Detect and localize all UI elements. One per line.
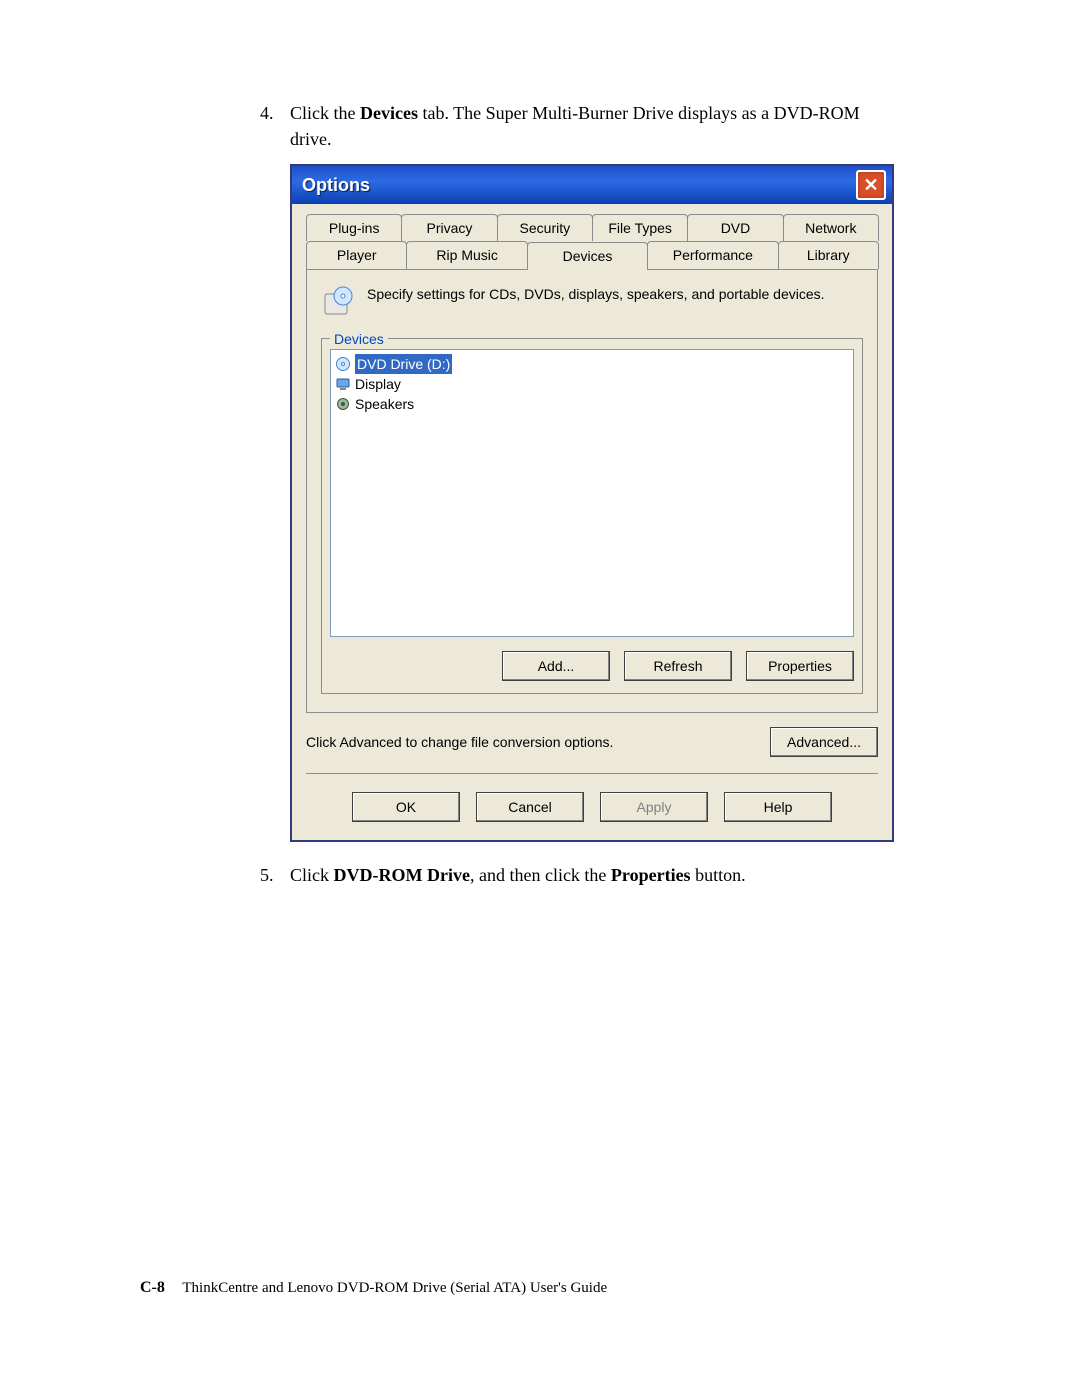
list-item-label: Display (355, 374, 401, 394)
advanced-button[interactable]: Advanced... (770, 727, 878, 757)
options-dialog: Options ✕ Plug-ins Privacy Security File… (290, 164, 894, 842)
page-number: C-8 (140, 1279, 165, 1296)
tab-dvd[interactable]: DVD (687, 214, 783, 241)
tab-plugins[interactable]: Plug-ins (306, 214, 402, 241)
step-text: Click the Devices tab. The Super Multi-B… (290, 103, 860, 149)
dialog-footer-buttons: OK Cancel Apply Help (292, 774, 892, 840)
page: 4. Click the Devices tab. The Super Mult… (0, 0, 1080, 1397)
page-footer: C-8 ThinkCentre and Lenovo DVD-ROM Drive… (140, 1279, 607, 1297)
add-button[interactable]: Add... (502, 651, 610, 681)
tab-row-1: Plug-ins Privacy Security File Types DVD… (306, 214, 878, 241)
devices-list[interactable]: DVD Drive (D:) Display Speakers (330, 349, 854, 637)
list-item[interactable]: DVD Drive (D:) (335, 354, 849, 374)
tab-library[interactable]: Library (778, 241, 879, 268)
devices-buttons: Add... Refresh Properties (330, 651, 854, 681)
list-item-label: Speakers (355, 394, 414, 414)
tab-filetypes[interactable]: File Types (592, 214, 688, 241)
help-button[interactable]: Help (724, 792, 832, 822)
disc-drive-icon (321, 284, 357, 320)
body-content: 4. Click the Devices tab. The Super Mult… (260, 100, 880, 898)
list-item[interactable]: Speakers (335, 394, 849, 414)
tab-strip: Plug-ins Privacy Security File Types DVD… (292, 204, 892, 269)
step-number: 5. (260, 862, 274, 888)
options-dialog-screenshot: Options ✕ Plug-ins Privacy Security File… (290, 164, 880, 842)
window-title: Options (302, 172, 370, 198)
footer-text: ThinkCentre and Lenovo DVD-ROM Drive (Se… (182, 1280, 607, 1296)
tab-performance[interactable]: Performance (647, 241, 778, 268)
step-5: 5. Click DVD-ROM Drive, and then click t… (260, 862, 880, 888)
step-number: 4. (260, 100, 274, 126)
step-text: Click DVD-ROM Drive, and then click the … (290, 865, 746, 885)
speaker-icon (335, 396, 351, 412)
step-4: 4. Click the Devices tab. The Super Mult… (260, 100, 880, 842)
titlebar: Options ✕ (292, 166, 892, 204)
tab-security[interactable]: Security (497, 214, 593, 241)
refresh-button[interactable]: Refresh (624, 651, 732, 681)
display-icon (335, 376, 351, 392)
devices-group-legend: Devices (330, 329, 388, 349)
tab-ripmusic[interactable]: Rip Music (406, 241, 527, 268)
ok-button[interactable]: OK (352, 792, 460, 822)
disc-icon (335, 356, 351, 372)
list-item[interactable]: Display (335, 374, 849, 394)
tab-privacy[interactable]: Privacy (401, 214, 497, 241)
tab-player[interactable]: Player (306, 241, 407, 268)
tab-row-2: Player Rip Music Devices Performance Lib… (306, 241, 878, 268)
cancel-button[interactable]: Cancel (476, 792, 584, 822)
close-button[interactable]: ✕ (856, 170, 886, 200)
properties-button[interactable]: Properties (746, 651, 854, 681)
tab-devices[interactable]: Devices (527, 242, 648, 269)
close-icon: ✕ (863, 176, 878, 194)
devices-group: Devices DVD Drive (D:) Display (321, 338, 863, 694)
panel-description: Specify settings for CDs, DVDs, displays… (321, 284, 863, 320)
devices-panel: Specify settings for CDs, DVDs, displays… (306, 269, 878, 713)
instruction-list: 4. Click the Devices tab. The Super Mult… (260, 100, 880, 888)
list-item-label: DVD Drive (D:) (355, 354, 452, 374)
advanced-text: Click Advanced to change file conversion… (306, 732, 613, 752)
advanced-row: Click Advanced to change file conversion… (306, 727, 878, 757)
panel-description-text: Specify settings for CDs, DVDs, displays… (367, 284, 825, 304)
apply-button[interactable]: Apply (600, 792, 708, 822)
tab-network[interactable]: Network (783, 214, 879, 241)
